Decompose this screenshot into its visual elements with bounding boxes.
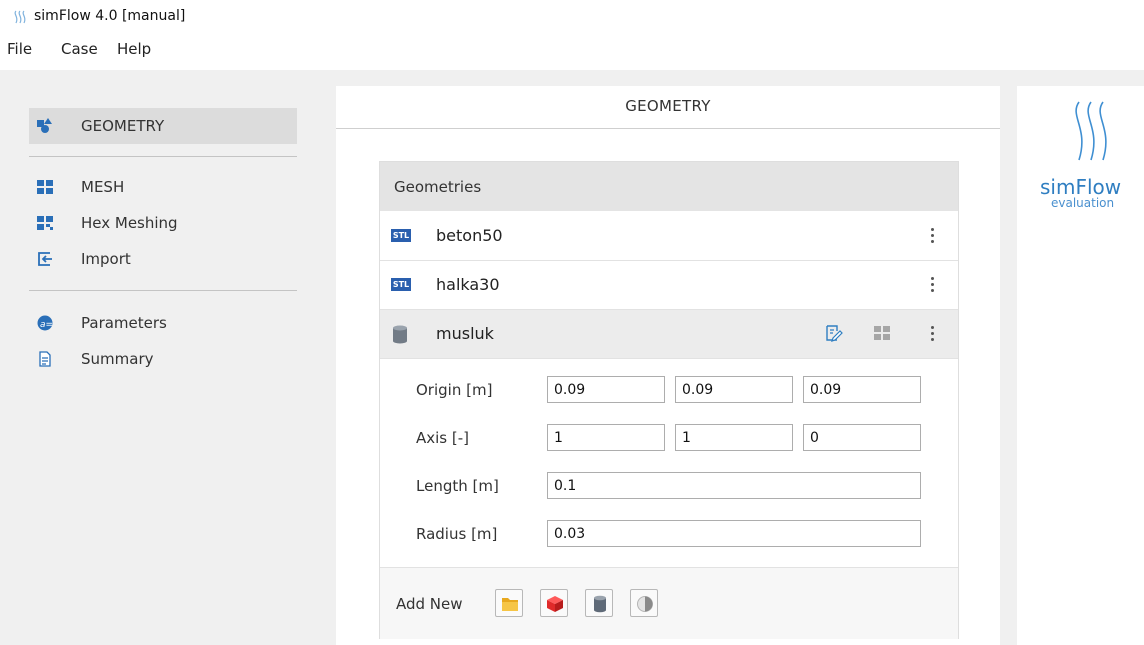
stl-icon: STL <box>391 278 411 291</box>
add-sphere-button[interactable] <box>630 589 658 617</box>
sidebar-item-summary[interactable]: Summary <box>29 341 297 377</box>
add-cylinder-button[interactable] <box>585 589 613 617</box>
svg-text:a=: a= <box>40 320 53 330</box>
sidebar-item-label: Summary <box>81 350 154 368</box>
origin-z-field[interactable] <box>803 376 921 403</box>
sidebar-item-label: MESH <box>81 178 125 196</box>
sidebar-item-label: Parameters <box>81 314 167 332</box>
simflow-logo-icon <box>1069 98 1113 168</box>
radius-field[interactable] <box>547 520 921 547</box>
sidebar-divider <box>29 156 297 157</box>
length-field[interactable] <box>547 472 921 499</box>
sidebar-item-label: GEOMETRY <box>81 117 165 135</box>
menu-help[interactable]: Help <box>117 40 151 58</box>
sidebar-item-mesh[interactable]: MESH <box>29 169 297 205</box>
add-new-label: Add New <box>396 595 463 613</box>
geometries-list: Geometries STL beton50 STL halka30 muslu… <box>379 161 959 639</box>
page-title: GEOMETRY <box>625 97 711 115</box>
add-stl-button[interactable] <box>495 589 523 617</box>
origin-y-field[interactable] <box>675 376 793 403</box>
shapes-icon <box>37 118 53 134</box>
brand-subtitle: evaluation <box>1051 196 1115 210</box>
geometry-name: halka30 <box>436 275 500 294</box>
length-label: Length [m] <box>416 477 499 495</box>
cylinder-icon <box>392 325 408 348</box>
axis-x-field[interactable] <box>547 424 665 451</box>
menu-bar: File Case Help <box>0 38 1144 64</box>
geometry-name: beton50 <box>436 226 503 245</box>
more-options-icon[interactable] <box>924 225 940 247</box>
hex-mesh-icon <box>37 215 53 231</box>
menu-case[interactable]: Case <box>61 40 98 58</box>
axis-label: Axis [-] <box>416 429 470 447</box>
add-box-button[interactable] <box>540 589 568 617</box>
sidebar: GEOMETRY MESH Hex Meshing Import a= Para… <box>0 70 318 645</box>
import-icon <box>37 251 53 267</box>
sidebar-divider <box>29 290 297 291</box>
menu-file[interactable]: File <box>7 40 32 58</box>
geometries-header-label: Geometries <box>394 178 482 196</box>
sidebar-item-geometry[interactable]: GEOMETRY <box>29 108 297 144</box>
geometry-row-halka30[interactable]: STL halka30 <box>380 261 958 310</box>
sidebar-item-parameters[interactable]: a= Parameters <box>29 305 297 341</box>
panel-header: GEOMETRY <box>336 86 1000 129</box>
mesh-grid-icon[interactable] <box>874 326 890 346</box>
axis-z-field[interactable] <box>803 424 921 451</box>
geometry-row-beton50[interactable]: STL beton50 <box>380 212 958 261</box>
sidebar-item-label: Import <box>81 250 131 268</box>
sidebar-item-hex-meshing[interactable]: Hex Meshing <box>29 205 297 241</box>
more-options-icon[interactable] <box>924 274 940 296</box>
radius-label: Radius [m] <box>416 525 498 543</box>
geometries-header: Geometries <box>380 162 958 211</box>
window-title: simFlow 4.0 [manual] <box>34 8 186 24</box>
origin-x-field[interactable] <box>547 376 665 403</box>
origin-label: Origin [m] <box>416 381 493 399</box>
simflow-logo-icon <box>12 9 28 29</box>
mesh-grid-icon <box>37 179 53 195</box>
document-icon <box>37 351 53 367</box>
axis-y-field[interactable] <box>675 424 793 451</box>
more-options-icon[interactable] <box>924 323 940 345</box>
stl-icon: STL <box>391 229 411 242</box>
geometry-name: musluk <box>436 324 494 343</box>
sidebar-item-import[interactable]: Import <box>29 241 297 277</box>
sidebar-item-label: Hex Meshing <box>81 214 178 232</box>
brand-panel: simFlow evaluation <box>1017 86 1144 645</box>
geometry-row-musluk[interactable]: musluk <box>380 310 958 359</box>
edit-icon[interactable] <box>825 324 843 346</box>
add-new-bar: Add New <box>380 567 958 639</box>
title-bar: simFlow 4.0 [manual] <box>0 0 1144 34</box>
parameters-icon: a= <box>37 315 53 331</box>
geometry-panel: GEOMETRY Geometries STL beton50 STL halk… <box>336 86 1000 645</box>
